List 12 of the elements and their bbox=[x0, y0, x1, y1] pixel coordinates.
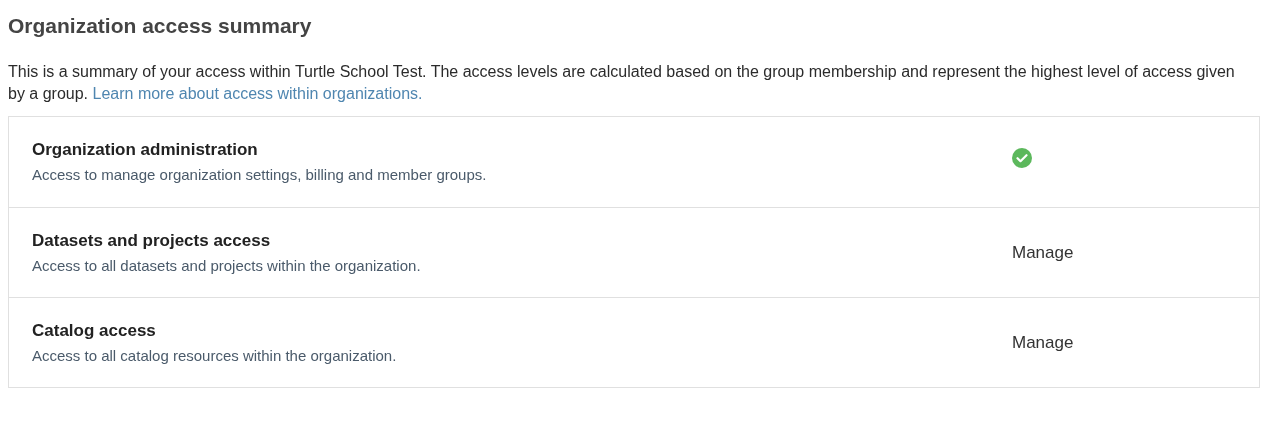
learn-more-link[interactable]: Learn more about access within organizations. bbox=[92, 85, 423, 102]
row-title: Catalog access bbox=[32, 319, 157, 342]
row-description: Access to manage organization settings, billing and member groups. bbox=[32, 165, 488, 185]
row-description: Access to all catalog resources within the organization. bbox=[32, 345, 398, 366]
row-title: Datasets and projects access bbox=[32, 229, 272, 252]
row-description: Access to all datasets and projects within the organization. bbox=[32, 255, 422, 276]
row-title: Organization administration bbox=[32, 139, 259, 161]
intro-text: This is a summary of your access within Turtle School Test. The access levels are calculated based on the group membership and represent the highest level of access given by a group. Learn more about access within organizations. bbox=[8, 62, 1236, 104]
access-level: Manage bbox=[1012, 241, 1074, 264]
access-level: Manage bbox=[1012, 331, 1074, 354]
check-circle-icon bbox=[1012, 148, 1032, 168]
page-title: Organization access summary bbox=[8, 13, 313, 39]
